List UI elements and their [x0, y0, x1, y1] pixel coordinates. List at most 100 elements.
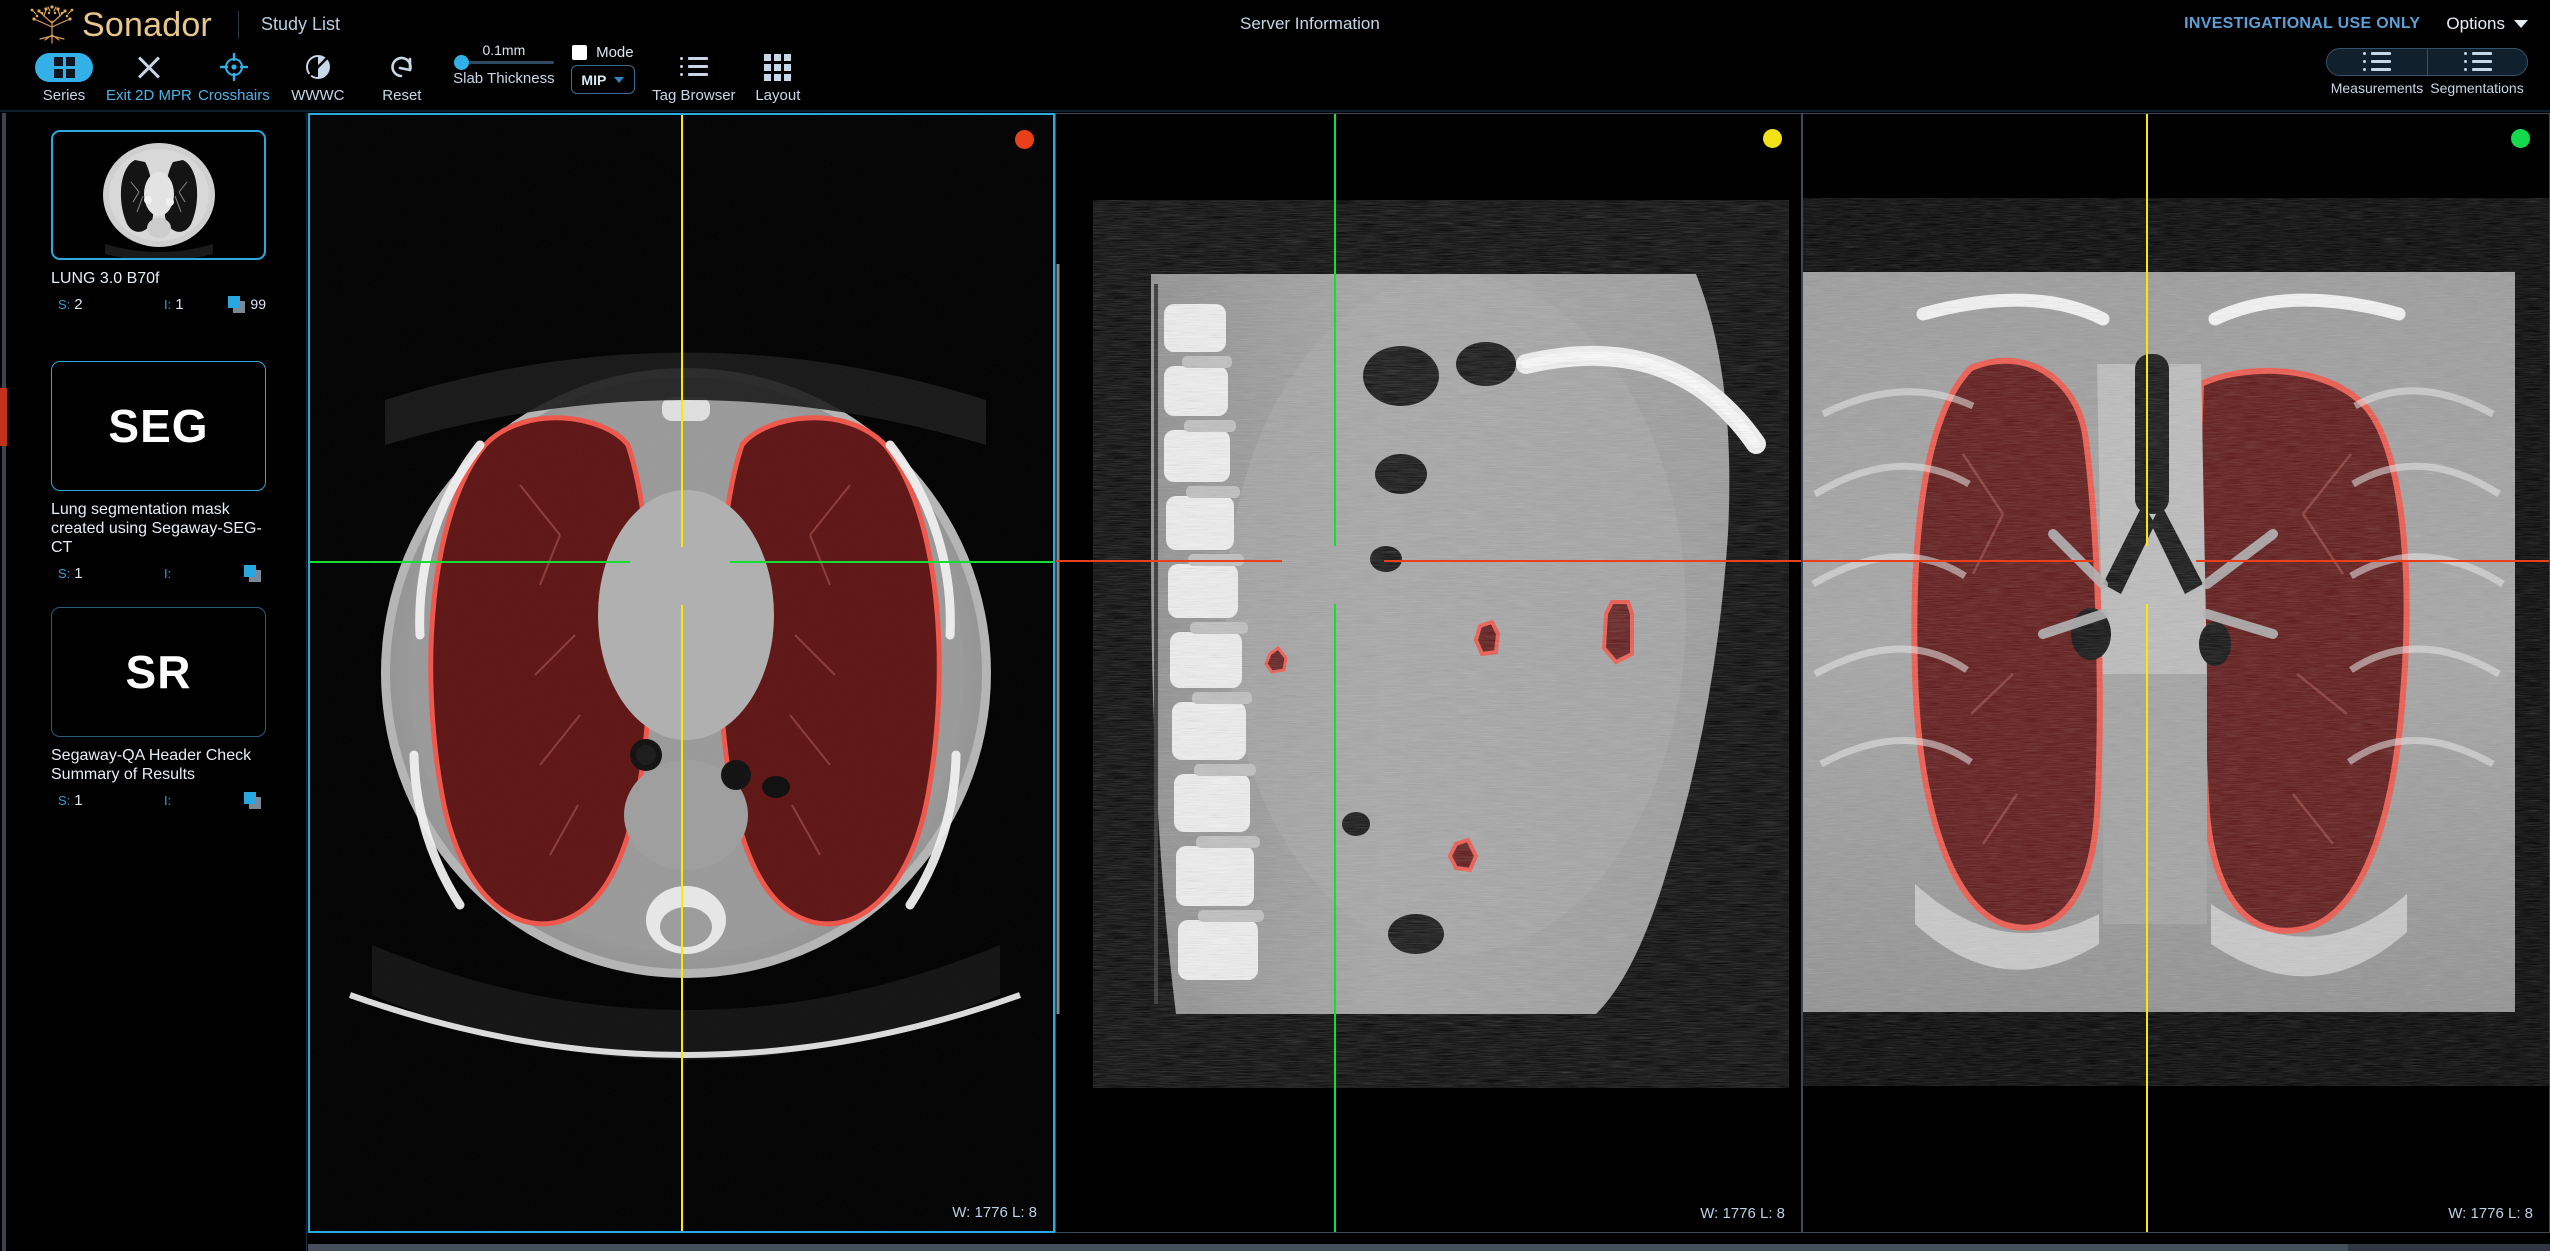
instance-key: I:	[164, 792, 172, 808]
sonador-tree-logo-icon	[26, 4, 78, 45]
slab-thickness-label: Slab Thickness	[453, 70, 555, 87]
crosshair-horizontal[interactable]	[730, 561, 1053, 563]
investigational-use-notice: INVESTIGATIONAL USE ONLY	[2184, 15, 2421, 32]
crosshair-horizontal[interactable]	[1803, 560, 2094, 562]
options-menu-button[interactable]: Options	[2446, 14, 2528, 34]
viewport-color-indicator	[1763, 129, 1782, 148]
crosshairs-icon	[219, 50, 248, 84]
crosshair-horizontal[interactable]	[2196, 560, 2549, 562]
crosshair-vertical[interactable]	[2146, 604, 2148, 1232]
panel-toggle-pill	[2326, 48, 2528, 76]
thumbnail-preview[interactable]: SR	[51, 607, 266, 737]
viewport-axial[interactable]: W: 1776 L: 8	[308, 113, 1055, 1233]
series-value: 1	[74, 564, 83, 582]
reset-undo-icon	[388, 50, 416, 84]
crosshair-vertical[interactable]	[1334, 604, 1336, 1232]
thumbnail-frame-count: 99	[228, 295, 266, 313]
thumbnail-title: Lung segmentation mask created using Seg…	[51, 501, 262, 556]
crosshair-vertical[interactable]	[1334, 114, 1336, 546]
contrast-circle-icon	[303, 50, 333, 84]
stack-frames-icon	[244, 791, 261, 809]
segmentations-panel-button[interactable]	[2427, 49, 2527, 75]
tool-series[interactable]: Series	[22, 42, 106, 104]
crosshair-horizontal[interactable]	[310, 561, 630, 563]
mode-label: Mode	[596, 44, 634, 61]
tool-crosshairs[interactable]: Crosshairs	[192, 42, 276, 104]
thumbnail-preview[interactable]	[51, 130, 266, 260]
thumbnail-lung-3-0-b70f[interactable]: LUNG 3.0 B70f S: 2 I: 1 99	[51, 130, 266, 314]
tag-browser-list-icon	[679, 50, 708, 84]
segmentations-list-icon	[2463, 51, 2492, 73]
projection-mode-select[interactable]: MIP	[570, 65, 635, 94]
tool-layout[interactable]: Layout	[736, 42, 820, 104]
modality-label: SEG	[108, 400, 209, 452]
tool-exit-2d-mpr[interactable]: Exit 2D MPR	[106, 42, 192, 104]
tool-tag-browser-label: Tag Browser	[652, 87, 736, 104]
panel-toggle-labels: Measurements Segmentations	[2327, 80, 2527, 96]
frame-count-value: 99	[250, 296, 266, 312]
window-level-label: W: 1776 L: 8	[1700, 1205, 1785, 1222]
instance-value: 1	[175, 295, 184, 313]
projection-mode-control: Mode MIP	[564, 42, 642, 94]
crosshair-vertical[interactable]	[2146, 114, 2148, 546]
crosshair-vertical[interactable]	[681, 115, 683, 547]
series-sidebar: LUNG 3.0 B70f S: 2 I: 1 99 SEG Lung segm…	[0, 113, 307, 1251]
server-information-label[interactable]: Server Information	[1240, 14, 1380, 34]
measurements-label: Measurements	[2330, 80, 2424, 96]
tool-reset[interactable]: Reset	[360, 42, 444, 104]
segmentations-label: Segmentations	[2430, 80, 2524, 96]
thumbnail-meta: S: 1 I:	[51, 563, 266, 583]
thumbnail-sr-summary[interactable]: SR Segaway-QA Header Check Summary of Re…	[51, 607, 266, 810]
thumbnail-title: LUNG 3.0 B70f	[51, 270, 160, 287]
tool-exit-2d-mpr-label: Exit 2D MPR	[106, 87, 192, 104]
crosshair-horizontal[interactable]	[1056, 560, 1282, 562]
study-list-link[interactable]: Study List	[261, 14, 340, 35]
crosshair-horizontal[interactable]	[1384, 560, 1801, 562]
thumbnail-preview[interactable]: SEG	[51, 361, 266, 491]
header-divider	[237, 10, 239, 39]
viewer-app: Sonador Study List Server Information IN…	[0, 0, 2550, 1251]
sidebar-scrollbar[interactable]	[2, 113, 6, 1251]
bottom-scrollbar[interactable]	[308, 1244, 2550, 1251]
stack-frames-icon	[244, 564, 261, 582]
grid-series-icon	[35, 50, 93, 84]
thumbnail-series-meta: S: 1	[58, 565, 83, 582]
slab-thickness-slider[interactable]	[453, 55, 554, 70]
series-value: 2	[74, 295, 83, 313]
bottom-scrollbar-thumb[interactable]	[308, 1244, 2348, 1251]
thumbnail-series-meta: S: 1	[58, 792, 83, 809]
layout-grid-icon	[764, 50, 792, 84]
viewport-grid: W: 1776 L: 8 W: 1776 L: 8 W: 1776 L: 8	[308, 113, 2550, 1251]
header-right: INVESTIGATIONAL USE ONLY Options	[2184, 14, 2528, 34]
measurements-panel-button[interactable]	[2327, 49, 2427, 75]
sidebar-status-marker	[0, 388, 7, 446]
instance-key: I:	[164, 296, 172, 312]
sagittal-image[interactable]	[1056, 114, 1801, 1232]
tool-layout-label: Layout	[755, 87, 801, 104]
thumbnail-frame-count	[244, 791, 266, 809]
viewport-coronal[interactable]: W: 1776 L: 8	[1802, 113, 2550, 1233]
tool-tag-browser[interactable]: Tag Browser	[652, 42, 736, 104]
right-panel-toggles: Measurements Segmentations	[2326, 48, 2528, 96]
mode-checkbox[interactable]	[572, 45, 588, 60]
header-underline	[0, 110, 2550, 112]
instance-key: I:	[164, 565, 172, 581]
thumbnail-instance-meta: I:	[164, 793, 175, 808]
tool-wwwc[interactable]: WWWC	[276, 42, 360, 104]
viewport-color-indicator	[1015, 130, 1034, 149]
series-key: S:	[58, 565, 71, 581]
coronal-image[interactable]	[1803, 114, 2549, 1232]
modality-label: SR	[125, 646, 192, 698]
tool-series-label: Series	[42, 87, 86, 104]
thumbnail-lung-segmentation[interactable]: SEG Lung segmentation mask created using…	[51, 361, 266, 583]
thumbnail-instance-meta: I:	[164, 566, 175, 581]
close-x-icon	[135, 50, 163, 84]
chevron-down-icon	[2514, 20, 2528, 28]
crosshair-vertical[interactable]	[681, 605, 683, 1231]
slab-thickness-slider-handle[interactable]	[453, 55, 469, 70]
chevron-down-icon	[614, 76, 625, 83]
viewport-sagittal[interactable]: W: 1776 L: 8	[1055, 113, 1802, 1233]
stack-frames-icon	[228, 295, 246, 313]
slab-thickness-control[interactable]: 0.1mm Slab Thickness	[450, 42, 558, 87]
mode-checkbox-row[interactable]: Mode	[572, 44, 634, 61]
